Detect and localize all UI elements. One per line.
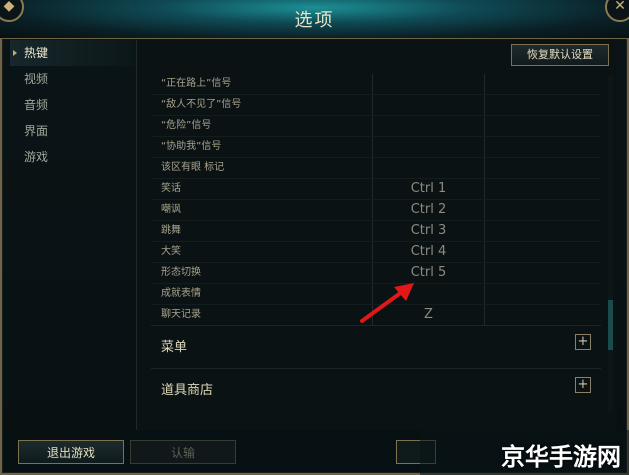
table-row: “正在路上”信号	[151, 74, 601, 95]
table-row: 笑话 Ctrl 1	[151, 179, 601, 200]
primary-key-cell[interactable]	[373, 158, 485, 178]
restore-defaults-button[interactable]: 恢复默认设置	[511, 44, 609, 66]
expand-plus-icon[interactable]: +	[575, 377, 591, 393]
secondary-key-cell[interactable]	[485, 305, 601, 325]
section-item-shop[interactable]: 道具商店 +	[151, 368, 601, 407]
secondary-key-cell[interactable]	[485, 284, 601, 304]
action-label: “敌人不见了”信号	[151, 95, 373, 115]
secondary-key-cell[interactable]	[485, 221, 601, 241]
table-row: “协助我”信号	[151, 137, 601, 158]
action-label: “危险”信号	[151, 116, 373, 136]
table-row: 跳舞 Ctrl 3	[151, 221, 601, 242]
secondary-key-cell[interactable]	[485, 179, 601, 199]
sidebar: 热键 视频 音频 界面 游戏	[10, 40, 135, 170]
sidebar-item-label: 游戏	[24, 150, 49, 164]
surrender-button[interactable]: 认输	[130, 440, 236, 464]
sidebar-item-audio[interactable]: 音频	[10, 92, 135, 118]
section-label: 道具商店	[161, 383, 214, 398]
action-label: 该区有眼 标记	[151, 158, 373, 178]
hotkeys-panel: 恢复默认设置 “正在路上”信号 “敌人不见了”信号 “危险”信号 “协助我”信号…	[136, 40, 617, 430]
secondary-key-cell[interactable]	[485, 158, 601, 178]
table-row: 嘲讽 Ctrl 2	[151, 200, 601, 221]
scrollbar[interactable]	[608, 76, 613, 411]
sidebar-item-video[interactable]: 视频	[10, 66, 135, 92]
secondary-key-cell[interactable]	[485, 200, 601, 220]
sidebar-item-game[interactable]: 游戏	[10, 144, 135, 170]
action-label: 聊天记录	[151, 305, 373, 325]
secondary-key-cell[interactable]	[485, 137, 601, 157]
action-label: “正在路上”信号	[151, 74, 373, 94]
action-label: 嘲讽	[151, 200, 373, 220]
secondary-key-cell[interactable]	[485, 242, 601, 262]
action-label: 大笑	[151, 242, 373, 262]
red-arrow-annotation-icon	[360, 283, 414, 323]
sidebar-item-label: 热键	[24, 46, 49, 60]
primary-key-cell[interactable]: Ctrl 2	[373, 200, 485, 220]
window-title: 选项	[294, 10, 335, 31]
watermark-text: 京华手游网	[501, 443, 621, 471]
primary-key-cell[interactable]: Ctrl 1	[373, 179, 485, 199]
secondary-key-cell[interactable]	[485, 263, 601, 283]
primary-key-cell[interactable]	[373, 137, 485, 157]
primary-key-cell[interactable]: Ctrl 4	[373, 242, 485, 262]
sidebar-item-label: 视频	[24, 72, 49, 86]
sidebar-item-interface[interactable]: 界面	[10, 118, 135, 144]
action-label: 跳舞	[151, 221, 373, 241]
primary-key-cell[interactable]: Ctrl 5	[373, 263, 485, 283]
secondary-key-cell[interactable]	[485, 95, 601, 115]
primary-key-cell[interactable]	[373, 95, 485, 115]
table-row: “危险”信号	[151, 116, 601, 137]
sidebar-item-label: 界面	[24, 124, 49, 138]
section-label: 菜单	[161, 340, 188, 355]
expand-plus-icon[interactable]: +	[575, 334, 591, 350]
primary-key-cell[interactable]	[373, 74, 485, 94]
table-row: “敌人不见了”信号	[151, 95, 601, 116]
sidebar-item-hotkeys[interactable]: 热键	[10, 40, 135, 66]
table-row: 该区有眼 标记	[151, 158, 601, 179]
primary-key-cell[interactable]	[373, 116, 485, 136]
action-label: “协助我”信号	[151, 137, 373, 157]
action-label: 成就表情	[151, 284, 373, 304]
window-header: 选项	[0, 0, 629, 39]
secondary-key-cell[interactable]	[485, 74, 601, 94]
table-row: 大笑 Ctrl 4	[151, 242, 601, 263]
sidebar-item-label: 音频	[24, 98, 49, 112]
action-label: 形态切换	[151, 263, 373, 283]
section-menu[interactable]: 菜单 +	[151, 325, 601, 364]
secondary-key-cell[interactable]	[485, 116, 601, 136]
primary-key-cell[interactable]: Ctrl 3	[373, 221, 485, 241]
action-label: 笑话	[151, 179, 373, 199]
scrollbar-thumb[interactable]	[608, 300, 613, 350]
quit-game-button[interactable]: 退出游戏	[18, 440, 124, 464]
